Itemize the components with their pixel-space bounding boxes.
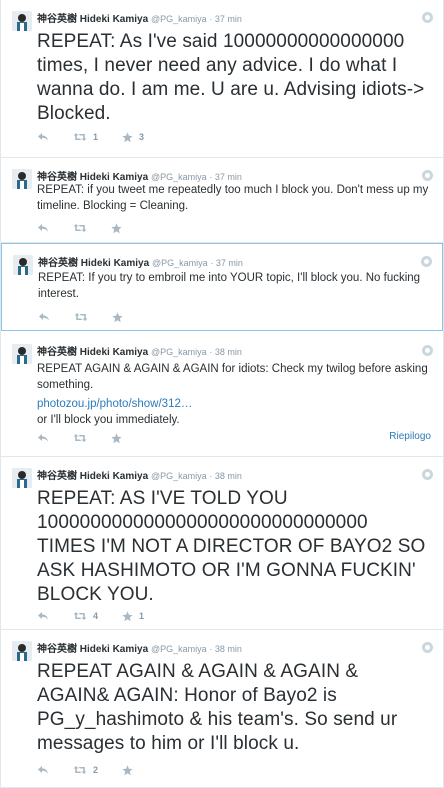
reply-button[interactable]	[37, 611, 49, 621]
favorite-count: 1	[139, 611, 145, 621]
summary-link[interactable]: Riepilogo	[389, 431, 431, 442]
tweet-text: REPEAT: If you try to embroil me into YO…	[38, 272, 421, 300]
reply-button[interactable]	[37, 223, 49, 233]
favorite-icon	[122, 764, 133, 776]
tweet-actions	[37, 431, 146, 445]
reply-icon	[38, 312, 50, 322]
tweet-text: REPEAT AGAIN & AGAIN & AGAIN for idiots:…	[37, 363, 428, 391]
author-handle[interactable]: @PG_kamiya	[151, 172, 207, 182]
favorite-count: 3	[139, 132, 145, 142]
author-fullname[interactable]: 神谷英樹 Hideki Kamiya	[37, 347, 148, 358]
retweet-button[interactable]	[73, 433, 87, 443]
tweet-text-after: or I'll block you immediately.	[37, 414, 180, 426]
gear-icon[interactable]	[422, 12, 433, 23]
tweet-header: 神谷英樹 Hideki Kamiya @PG_kamiya · 38 min	[37, 471, 242, 482]
tweet-actions: 2	[37, 763, 157, 777]
avatar[interactable]	[12, 641, 32, 661]
tweet-header: 神谷英樹 Hideki Kamiya @PG_kamiya · 38 min	[37, 347, 242, 358]
retweet-icon	[73, 433, 87, 443]
retweet-icon	[73, 223, 87, 233]
favorite-button[interactable]	[111, 222, 122, 234]
favorite-button[interactable]: 3	[122, 131, 145, 143]
reply-icon	[37, 433, 49, 443]
timeline: 神谷英樹 Hideki Kamiya @PG_kamiya · 37 min R…	[0, 0, 444, 788]
tweet-time[interactable]: 37 min	[215, 14, 242, 24]
reply-button[interactable]	[37, 433, 49, 443]
reply-icon	[37, 223, 49, 233]
favorite-button[interactable]	[112, 311, 123, 323]
tweet-time[interactable]: 37 min	[215, 172, 242, 182]
tweet-link[interactable]: photozou.jp/photo/show/312…	[37, 396, 431, 412]
tweet[interactable]: 神谷英樹 Hideki Kamiya @PG_kamiya · 37 min R…	[1, 158, 443, 243]
retweet-count: 1	[93, 132, 99, 142]
tweet[interactable]: 神谷英樹 Hideki Kamiya @PG_kamiya · 37 min R…	[1, 243, 443, 331]
author-handle[interactable]: @PG_kamiya	[151, 471, 207, 481]
favorite-icon	[122, 610, 133, 622]
tweet-actions: 4 1	[37, 609, 168, 623]
tweet-time[interactable]: 38 min	[215, 347, 242, 357]
avatar[interactable]	[13, 255, 33, 275]
tweet-header: 神谷英樹 Hideki Kamiya @PG_kamiya · 38 min	[37, 644, 242, 655]
tweet-header: 神谷英樹 Hideki Kamiya @PG_kamiya · 37 min	[37, 14, 242, 25]
reply-icon	[37, 132, 49, 142]
author-fullname[interactable]: 神谷英樹 Hideki Kamiya	[37, 644, 148, 655]
tweet-text: REPEAT: if you tweet me repeatedly too m…	[37, 184, 429, 212]
tweet[interactable]: 神谷英樹 Hideki Kamiya @PG_kamiya · 37 min R…	[1, 0, 443, 158]
retweet-count: 2	[93, 765, 99, 775]
tweet-time[interactable]: 38 min	[215, 471, 242, 481]
author-fullname[interactable]: 神谷英樹 Hideki Kamiya	[37, 14, 148, 25]
gear-icon[interactable]	[422, 469, 433, 480]
author-handle[interactable]: @PG_kamiya	[151, 14, 207, 24]
gear-icon[interactable]	[422, 170, 433, 181]
author-handle[interactable]: @PG_kamiya	[152, 258, 208, 268]
reply-icon	[37, 765, 49, 775]
tweet-text: REPEAT: As I've said 10000000000000000 t…	[37, 31, 425, 124]
favorite-icon	[111, 222, 122, 234]
retweet-icon	[73, 765, 87, 775]
tweet[interactable]: 神谷英樹 Hideki Kamiya @PG_kamiya · 38 min R…	[1, 630, 443, 788]
favorite-button[interactable]	[122, 764, 133, 776]
tweet[interactable]: 神谷英樹 Hideki Kamiya @PG_kamiya · 38 min R…	[1, 457, 443, 630]
retweet-count: 4	[93, 611, 99, 621]
tweet-time[interactable]: 37 min	[216, 258, 243, 268]
avatar[interactable]	[12, 344, 32, 364]
retweet-button[interactable]: 1	[73, 132, 98, 142]
favorite-icon	[111, 432, 122, 444]
tweet-text: REPEAT: AS I'VE TOLD YOU 100000000000000…	[37, 488, 426, 605]
avatar[interactable]	[12, 468, 32, 488]
tweet-actions	[37, 221, 146, 235]
gear-icon[interactable]	[421, 256, 432, 267]
avatar[interactable]	[12, 169, 32, 189]
retweet-button[interactable]	[74, 312, 88, 322]
gear-icon[interactable]	[422, 345, 433, 356]
tweet-time[interactable]: 38 min	[215, 644, 242, 654]
reply-button[interactable]	[38, 312, 50, 322]
retweet-button[interactable]: 2	[73, 765, 98, 775]
favorite-icon	[122, 131, 133, 143]
gear-icon[interactable]	[422, 642, 433, 653]
tweet-text-block: REPEAT AGAIN & AGAIN & AGAIN for idiots:…	[37, 361, 431, 428]
favorite-button[interactable]	[111, 432, 122, 444]
tweet[interactable]: 神谷英樹 Hideki Kamiya @PG_kamiya · 38 min R…	[1, 333, 443, 457]
reply-button[interactable]	[37, 765, 49, 775]
author-fullname[interactable]: 神谷英樹 Hideki Kamiya	[37, 471, 148, 482]
retweet-icon	[74, 312, 88, 322]
author-handle[interactable]: @PG_kamiya	[151, 347, 207, 357]
tweet-actions	[38, 310, 147, 324]
author-handle[interactable]: @PG_kamiya	[151, 644, 207, 654]
avatar[interactable]	[12, 11, 32, 31]
retweet-button[interactable]	[73, 223, 87, 233]
retweet-icon	[73, 132, 87, 142]
retweet-button[interactable]: 4	[73, 611, 98, 621]
tweet-text: REPEAT AGAIN & AGAIN & AGAIN & AGAIN& AG…	[37, 661, 398, 754]
reply-icon	[37, 611, 49, 621]
favorite-button[interactable]: 1	[122, 610, 145, 622]
author-fullname[interactable]: 神谷英樹 Hideki Kamiya	[38, 258, 149, 269]
reply-button[interactable]	[37, 132, 49, 142]
retweet-icon	[73, 611, 87, 621]
tweet-actions: 1 3	[37, 130, 168, 144]
favorite-icon	[112, 311, 123, 323]
